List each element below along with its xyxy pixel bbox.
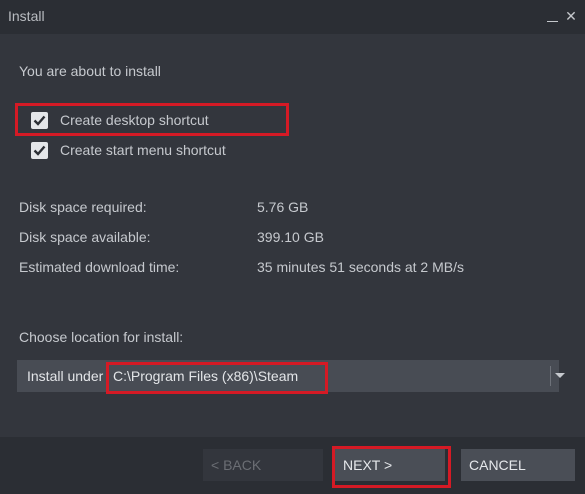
intro-text: You are about to install <box>19 63 161 79</box>
back-button-label: < BACK <box>211 457 262 473</box>
install-under-prefix: Install under <box>27 368 104 384</box>
cancel-button-label: CANCEL <box>469 457 526 473</box>
install-path-highlight <box>106 362 328 394</box>
cancel-button[interactable]: CANCEL <box>461 449 575 481</box>
title-bar: Install ✕ <box>0 0 585 34</box>
window-title: Install <box>8 8 45 24</box>
desktop-shortcut-highlight <box>15 103 289 136</box>
select-divider <box>550 366 551 386</box>
start-menu-shortcut-checkbox[interactable] <box>31 142 48 159</box>
disk-available-label: Disk space available: <box>19 229 151 245</box>
close-icon: ✕ <box>565 8 577 24</box>
back-button[interactable]: < BACK <box>203 449 323 481</box>
checkmark-icon <box>33 145 46 156</box>
dropdown-arrow-icon[interactable] <box>555 373 565 378</box>
close-button[interactable]: ✕ <box>562 6 580 26</box>
minimize-button[interactable] <box>544 6 562 26</box>
disk-required-value: 5.76 GB <box>257 199 309 215</box>
download-time-value: 35 minutes 51 seconds at 2 MB/s <box>257 259 464 275</box>
download-time-label: Estimated download time: <box>19 259 180 275</box>
location-prompt: Choose location for install: <box>19 329 184 345</box>
start-menu-shortcut-label[interactable]: Create start menu shortcut <box>60 142 226 158</box>
minimize-icon <box>547 21 558 22</box>
install-dialog: Install ✕ You are about to install Creat… <box>0 0 585 494</box>
next-button-highlight <box>332 446 451 488</box>
disk-required-label: Disk space required: <box>19 199 147 215</box>
disk-available-value: 399.10 GB <box>257 229 324 245</box>
